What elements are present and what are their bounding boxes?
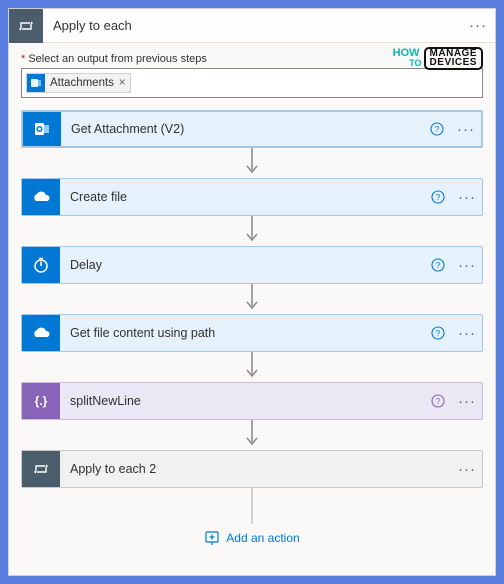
connector-arrow: [21, 284, 483, 314]
step-title: Get Attachment (V2): [61, 112, 423, 146]
token-remove[interactable]: ×: [119, 77, 126, 89]
step-split-newline[interactable]: {.} splitNewLine ? ···: [21, 382, 483, 420]
loop-title: Apply to each: [43, 18, 461, 33]
step-title: Create file: [60, 179, 424, 215]
svg-text:?: ?: [436, 397, 441, 406]
step-get-file-content[interactable]: Get file content using path ? ···: [21, 314, 483, 352]
token-label: Attachments: [50, 77, 114, 89]
data-operation-icon: {.}: [22, 383, 60, 419]
loop-icon: [9, 9, 43, 43]
loop-icon: [22, 451, 60, 487]
step-create-file[interactable]: Create file ? ···: [21, 178, 483, 216]
step-get-attachment[interactable]: Get Attachment (V2) ? ···: [21, 110, 483, 148]
help-icon[interactable]: ?: [424, 179, 452, 215]
step-title: Apply to each 2: [60, 451, 424, 487]
svg-text:?: ?: [436, 329, 441, 338]
output-field[interactable]: Attachments ×: [21, 68, 483, 98]
help-icon[interactable]: ?: [424, 315, 452, 351]
svg-text:?: ?: [436, 193, 441, 202]
outlook-icon: [23, 112, 61, 146]
help-icon[interactable]: ?: [424, 383, 452, 419]
step-menu-button[interactable]: ···: [452, 383, 482, 419]
connector-arrow: [21, 420, 483, 450]
step-menu-button[interactable]: ···: [452, 451, 482, 487]
step-menu-button[interactable]: ···: [452, 247, 482, 283]
step-menu-button[interactable]: ···: [452, 179, 482, 215]
onedrive-icon: [22, 315, 60, 351]
connector-arrow: [21, 352, 483, 382]
connector-arrow: [21, 216, 483, 246]
step-apply-to-each-2[interactable]: Apply to each 2 ···: [21, 450, 483, 488]
step-menu-button[interactable]: ···: [451, 112, 481, 146]
loop-header[interactable]: Apply to each ···: [9, 9, 495, 43]
timer-icon: [22, 247, 60, 283]
add-action-button[interactable]: Add an action: [21, 524, 483, 546]
add-action-label: Add an action: [226, 531, 299, 545]
step-menu-button[interactable]: ···: [452, 315, 482, 351]
connector-arrow: [21, 148, 483, 178]
token-attachments[interactable]: Attachments ×: [26, 73, 131, 93]
svg-text:?: ?: [435, 125, 440, 134]
onedrive-icon: [22, 179, 60, 215]
svg-text:?: ?: [436, 261, 441, 270]
step-delay[interactable]: Delay ? ···: [21, 246, 483, 284]
help-icon[interactable]: ?: [423, 112, 451, 146]
help-icon[interactable]: [424, 451, 452, 487]
connector-line: [21, 488, 483, 524]
step-title: Get file content using path: [60, 315, 424, 351]
outlook-icon: [27, 74, 45, 92]
output-field-label: * Select an output from previous steps: [21, 53, 483, 65]
header-menu-button[interactable]: ···: [461, 17, 495, 34]
step-title: splitNewLine: [60, 383, 424, 419]
step-title: Delay: [60, 247, 424, 283]
add-action-icon: [204, 530, 220, 546]
help-icon[interactable]: ?: [424, 247, 452, 283]
